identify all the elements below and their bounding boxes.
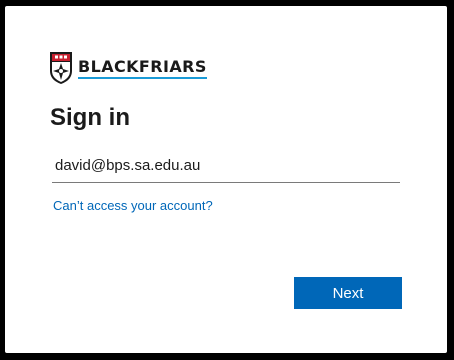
email-field[interactable] (52, 149, 400, 183)
logo-wordmark: BLACKFRIARS (78, 57, 207, 79)
sign-in-card: BLACKFRIARS Sign in Can’t access your ac… (5, 6, 447, 353)
cant-access-account-link[interactable]: Can’t access your account? (53, 198, 213, 213)
next-button[interactable]: Next (294, 277, 402, 309)
blackfriars-logo: BLACKFRIARS (49, 49, 207, 87)
page-title: Sign in (50, 104, 130, 131)
school-crest-icon (49, 51, 73, 85)
